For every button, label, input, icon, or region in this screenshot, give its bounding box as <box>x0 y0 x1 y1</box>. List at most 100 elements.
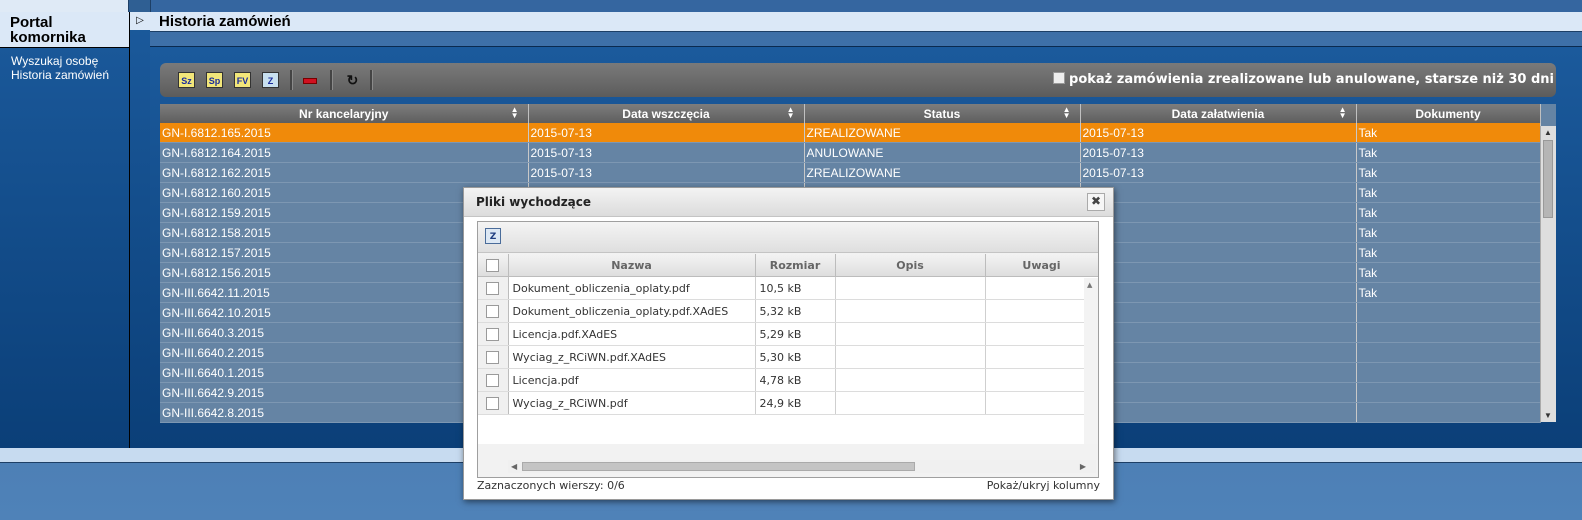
table-cell <box>1080 322 1357 343</box>
column-header-uwagi[interactable]: Uwagi <box>985 254 1098 277</box>
table-cell: 07-13 <box>1080 202 1357 223</box>
column-header-rozmiar[interactable]: Rozmiar <box>755 254 836 277</box>
table-cell: 2015-07-13 <box>528 162 805 183</box>
row-select-cell[interactable] <box>478 322 509 346</box>
column-header-opis[interactable]: Opis <box>835 254 986 277</box>
scroll-up-icon[interactable]: ▲ <box>1087 281 1092 289</box>
table-cell: 2015-07-13 <box>1080 162 1357 183</box>
dialog-footer: Zaznaczonych wierszy: 0/6 Pokaż/ukryj ko… <box>477 479 1100 492</box>
file-cell <box>835 391 986 415</box>
file-row[interactable]: Dokument_obliczenia_oplaty.pdf.XAdES 5,32… <box>478 299 1098 323</box>
outgoing-files-dialog: Pliki wychodzące ✖ Z Nazwa Rozmiar Opis … <box>463 187 1114 500</box>
table-cell: Tak <box>1356 242 1541 263</box>
file-cell: 5,32 kB <box>755 299 836 323</box>
table-cell: 2015-07-13 <box>1080 142 1357 163</box>
scroll-up-icon[interactable]: ▲ <box>1544 128 1552 137</box>
file-row[interactable]: Dokument_obliczenia_oplaty.pdf 10,5 kB <box>478 276 1098 300</box>
table-cell: Tak <box>1356 142 1541 163</box>
table-cell <box>1356 302 1541 323</box>
file-cell <box>985 345 1098 369</box>
table-cell: Tak <box>1356 282 1541 303</box>
file-cell: Licencja.pdf <box>508 368 756 392</box>
select-all-checkbox[interactable] <box>486 258 500 272</box>
table-cell <box>1080 262 1357 283</box>
files-horizontal-scrollbar[interactable]: ◀ ▶ <box>508 460 1096 473</box>
grid-scrollbar[interactable]: ▲ ▼ <box>1540 126 1556 422</box>
table-row[interactable]: GN-I.6812.164.2015 2015-07-13 ANULOWANE 201… <box>160 142 1541 163</box>
triangle-right-icon[interactable]: ▷ <box>130 12 150 30</box>
column-header-status[interactable]: Status ▲ ▼ <box>804 104 1081 123</box>
column-header-data-wszczecia[interactable]: Data wszczęcia ▲ ▼ <box>528 104 805 123</box>
file-row[interactable]: Wyciag_z_RCiWN.pdf 24,9 kB <box>478 391 1098 415</box>
table-cell: 07-13 <box>1080 182 1357 203</box>
refresh-icon[interactable]: ↻ <box>344 72 361 88</box>
file-cell: 5,30 kB <box>755 345 836 369</box>
table-cell: GN-I.6812.162.2015 <box>160 162 529 183</box>
toggle-columns-link[interactable]: Pokaż/ukryj kolumny <box>987 479 1100 492</box>
portal-title-line2: komornika <box>10 29 86 46</box>
file-cell: Wyciag_z_RCiWN.pdf <box>508 391 756 415</box>
table-cell: Tak <box>1356 262 1541 283</box>
close-icon[interactable]: ✖ <box>1087 193 1105 211</box>
file-cell: Dokument_obliczenia_oplaty.pdf <box>508 276 756 300</box>
table-row[interactable]: GN-I.6812.165.2015 2015-07-13 ZREALIZOWANE… <box>160 123 1541 143</box>
table-cell: Tak <box>1356 222 1541 243</box>
dialog-header: Pliki wychodzące ✖ <box>464 188 1113 217</box>
table-row[interactable]: GN-I.6812.162.2015 2015-07-13 ZREALIZOWANE… <box>160 162 1541 183</box>
row-checkbox[interactable] <box>486 281 500 295</box>
row-select-cell[interactable] <box>478 391 509 415</box>
row-select-cell[interactable] <box>478 345 509 369</box>
sp-icon[interactable]: Sp <box>206 72 223 88</box>
fv-icon[interactable]: FV <box>234 72 251 88</box>
row-checkbox[interactable] <box>486 304 500 318</box>
filter-label: pokaż zamówienia zrealizowane lub anulow… <box>1069 72 1554 87</box>
file-row[interactable]: Licencja.pdf.XAdES 5,29 kB <box>478 322 1098 346</box>
file-cell <box>985 391 1098 415</box>
select-all-header[interactable] <box>478 254 509 277</box>
z-icon[interactable]: Z <box>485 228 501 244</box>
scroll-down-icon[interactable]: ▼ <box>1544 411 1552 420</box>
z-icon[interactable]: Z <box>262 72 279 88</box>
filter-option[interactable]: pokaż zamówienia zrealizowane lub anulow… <box>1053 72 1554 87</box>
row-select-cell[interactable] <box>478 299 509 323</box>
collapse-strip[interactable]: ▷ <box>130 12 150 448</box>
scroll-left-icon[interactable]: ◀ <box>511 460 517 473</box>
filter-checkbox[interactable] <box>1053 72 1066 84</box>
row-select-cell[interactable] <box>478 368 509 392</box>
sort-icon[interactable]: ▲ ▼ <box>787 106 795 120</box>
column-header-nazwa[interactable]: Nazwa <box>508 254 756 277</box>
scroll-right-icon[interactable]: ▶ <box>1080 460 1086 473</box>
sidebar-item-wyszukaj-osobe[interactable]: Wyszukaj osobę <box>11 54 129 68</box>
row-checkbox[interactable] <box>486 327 500 341</box>
dialog-panel: Z Nazwa Rozmiar Opis Uwagi Dokument_obli… <box>477 221 1099 478</box>
file-row[interactable]: Licencja.pdf 4,78 kB <box>478 368 1098 392</box>
sidebar-item-historia-zamowien[interactable]: Historia zamówień <box>11 68 129 82</box>
table-cell <box>1080 282 1357 303</box>
file-row[interactable]: Wyciag_z_RCiWN.pdf.XAdES 5,30 kB <box>478 345 1098 369</box>
file-cell: Licencja.pdf.XAdES <box>508 322 756 346</box>
file-cell <box>835 368 986 392</box>
row-checkbox[interactable] <box>486 373 500 387</box>
file-cell: Dokument_obliczenia_oplaty.pdf.XAdES <box>508 299 756 323</box>
row-checkbox[interactable] <box>486 350 500 364</box>
file-cell: Wyciag_z_RCiWN.pdf.XAdES <box>508 345 756 369</box>
sz-icon[interactable]: Sz <box>178 72 195 88</box>
minus-icon[interactable] <box>302 72 319 88</box>
table-cell <box>1080 342 1357 363</box>
table-cell: Tak <box>1356 162 1541 183</box>
scroll-thumb[interactable] <box>1543 140 1553 218</box>
toolbar-separator <box>330 70 333 90</box>
column-header-nr-kancelaryjny[interactable]: Nr kancelaryjny ▲ ▼ <box>160 104 529 123</box>
column-header-data-zalatwienia[interactable]: Data załatwienia ▲ ▼ <box>1080 104 1357 123</box>
file-cell <box>835 345 986 369</box>
row-select-cell[interactable] <box>478 276 509 300</box>
table-cell <box>1080 362 1357 383</box>
scroll-thumb[interactable] <box>522 462 915 471</box>
sort-icon[interactable]: ▲ ▼ <box>1063 106 1071 120</box>
grid-toolbar: Sz Sp FV Z ↻ pokaż zamówienia zrealizowa… <box>160 63 1556 97</box>
sort-icon[interactable]: ▲ ▼ <box>511 106 519 120</box>
column-header-dokumenty[interactable]: Dokumenty <box>1356 104 1541 123</box>
files-scrollbar[interactable]: ▲ ▼ <box>1084 278 1098 444</box>
row-checkbox[interactable] <box>486 396 500 410</box>
sort-icon[interactable]: ▲ ▼ <box>1339 106 1347 120</box>
